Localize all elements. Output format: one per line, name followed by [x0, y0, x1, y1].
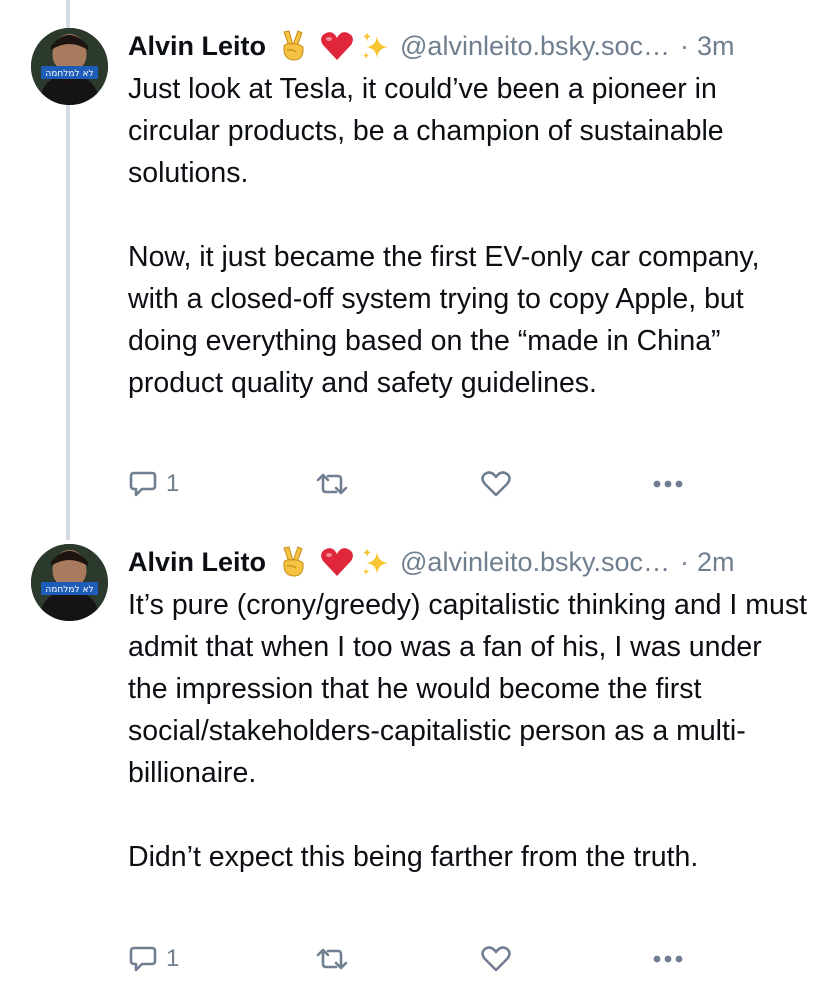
- post-paragraph: It’s pure (crony/greedy) capitalistic th…: [128, 589, 808, 789]
- reply-bubble-icon: [128, 469, 158, 499]
- separator-dot: ·: [680, 546, 690, 577]
- post-text: It’s pure (crony/greedy) capitalistic th…: [128, 584, 808, 878]
- more-dots-icon: [650, 944, 686, 974]
- author-handle[interactable]: @alvinleito.bsky.soc…: [400, 547, 670, 578]
- repost-button[interactable]: [314, 939, 350, 979]
- author-display-name[interactable]: Alvin Leito: [128, 547, 266, 578]
- avatar-caption: לא למלחמה: [45, 585, 93, 595]
- peace-hand-icon: [278, 546, 308, 578]
- post-paragraph: Now, it just became the first EV-only ca…: [128, 241, 760, 399]
- post-text: Just look at Tesla, it could’ve been a p…: [128, 68, 808, 404]
- post-timestamp[interactable]: 2m: [697, 547, 735, 578]
- repost-button[interactable]: [314, 464, 350, 504]
- reply-count: 1: [166, 470, 180, 497]
- post-header: Alvin Leito @alvinleito.bsky.soc… ·: [128, 542, 812, 582]
- reply-button[interactable]: 1: [128, 939, 179, 979]
- post-header: Alvin Leito @alvinleito.bsky.soc… ·: [128, 26, 812, 66]
- heart-icon: [480, 469, 512, 499]
- avatar[interactable]: לא למלחמה: [31, 28, 108, 105]
- sparkles-icon: [360, 30, 390, 62]
- like-button[interactable]: [480, 939, 512, 979]
- red-heart-icon: [320, 31, 354, 61]
- avatar-caption: לא למלחמה: [45, 69, 93, 79]
- post-actions: 1: [128, 464, 728, 504]
- separator-dot: ·: [680, 30, 690, 61]
- reply-bubble-icon: [128, 944, 158, 974]
- sparkles-icon: [360, 546, 390, 578]
- post-actions: 1: [128, 939, 728, 979]
- author-display-name[interactable]: Alvin Leito: [128, 31, 266, 62]
- post-paragraph: Didn’t expect this being farther from th…: [128, 841, 699, 873]
- post-paragraph: Just look at Tesla, it could’ve been a p…: [128, 73, 724, 189]
- post-timestamp[interactable]: 3m: [697, 31, 735, 62]
- peace-hand-icon: [278, 30, 308, 62]
- more-dots-icon: [650, 469, 686, 499]
- more-options-button[interactable]: [650, 939, 686, 979]
- red-heart-icon: [320, 547, 354, 577]
- repost-icon: [314, 944, 350, 974]
- more-options-button[interactable]: [650, 464, 686, 504]
- reply-button[interactable]: 1: [128, 464, 179, 504]
- avatar[interactable]: לא למלחמה: [31, 544, 108, 621]
- repost-icon: [314, 469, 350, 499]
- like-button[interactable]: [480, 464, 512, 504]
- reply-count: 1: [166, 945, 180, 972]
- author-handle[interactable]: @alvinleito.bsky.soc…: [400, 31, 670, 62]
- heart-icon: [480, 944, 512, 974]
